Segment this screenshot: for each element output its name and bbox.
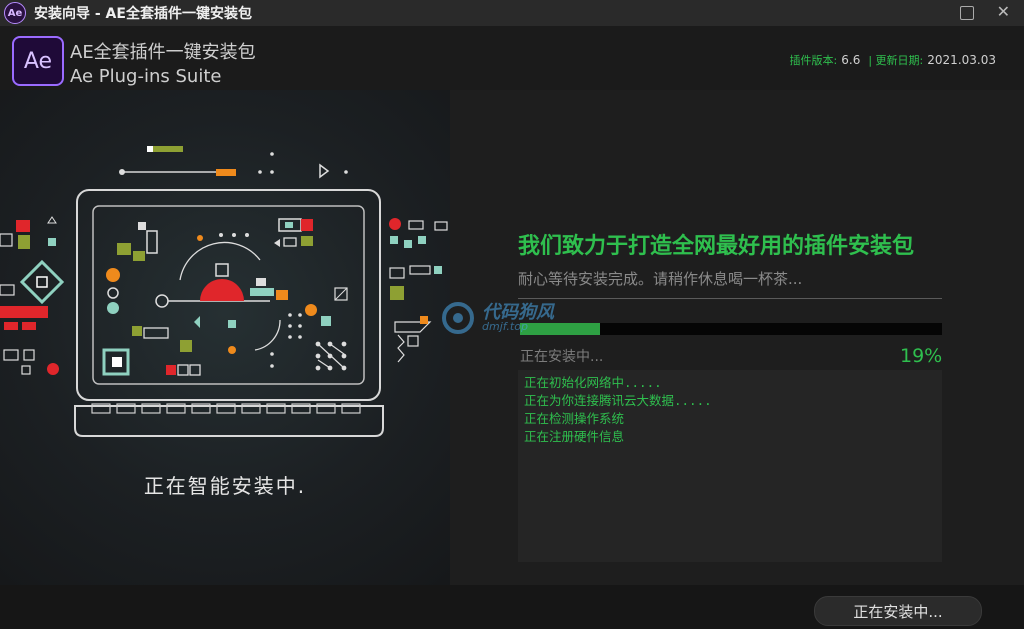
installing-button[interactable]: 正在安装中... bbox=[814, 596, 982, 626]
version-value: 6.6 bbox=[841, 53, 861, 67]
log-line: 正在注册硬件信息 bbox=[524, 429, 625, 444]
watermark-logo-icon bbox=[442, 302, 474, 334]
installing-status-text: 正在智能安装中. bbox=[143, 474, 307, 498]
log-line: 正在为你连接腾讯云大数据..... bbox=[524, 393, 712, 408]
illustration-panel: 正在智能安装中. bbox=[0, 90, 450, 585]
watermark-url: dmjf.top bbox=[482, 320, 528, 333]
version-label: 插件版本: bbox=[789, 54, 838, 67]
log-line: 正在初始化网络中..... bbox=[524, 375, 662, 390]
progress-percent: 19% bbox=[900, 345, 943, 367]
date-value: 2021.03.03 bbox=[927, 53, 996, 67]
log-line: 正在检测操作系统 bbox=[524, 411, 625, 426]
app-header: Ae AE全套插件一键安装包 Ae Plug-ins Suite 插件版本: 6… bbox=[0, 26, 1024, 90]
app-subtitle: Ae Plug-ins Suite bbox=[70, 66, 222, 87]
footer-bar: 正在安装中... bbox=[0, 585, 1024, 629]
install-log: 正在初始化网络中..... 正在为你连接腾讯云大数据..... 正在检测操作系统 正在… bbox=[518, 370, 942, 562]
ae-logo: Ae bbox=[12, 36, 64, 86]
log-list: 正在初始化网络中..... 正在为你连接腾讯云大数据..... 正在检测操作系统 正在… bbox=[518, 370, 942, 446]
tagline: 我们致力于打造全网最好用的插件安装包 bbox=[518, 234, 915, 259]
close-icon[interactable]: ✕ bbox=[997, 2, 1010, 21]
laptop-illustration bbox=[0, 146, 448, 437]
window-titlebar: Ae 安装向导 - AE全套插件一键安装包 ✕ bbox=[0, 0, 1024, 26]
progress-label: 正在安装中... bbox=[520, 349, 604, 365]
app-title: AE全套插件一键安装包 bbox=[70, 42, 256, 63]
version-info: 插件版本: 6.6 | 更新日期: 2021.03.03 bbox=[790, 52, 1004, 68]
app-icon: Ae bbox=[4, 2, 26, 24]
watermark: 代码狗风 dmjf.top bbox=[438, 298, 608, 338]
window-title: 安装向导 - AE全套插件一键安装包 bbox=[34, 6, 252, 22]
wait-message: 耐心等待安装完成。请稍作休息喝一杯茶... bbox=[518, 270, 803, 288]
minimize-icon[interactable] bbox=[960, 6, 974, 20]
date-label: | 更新日期: bbox=[868, 54, 924, 67]
